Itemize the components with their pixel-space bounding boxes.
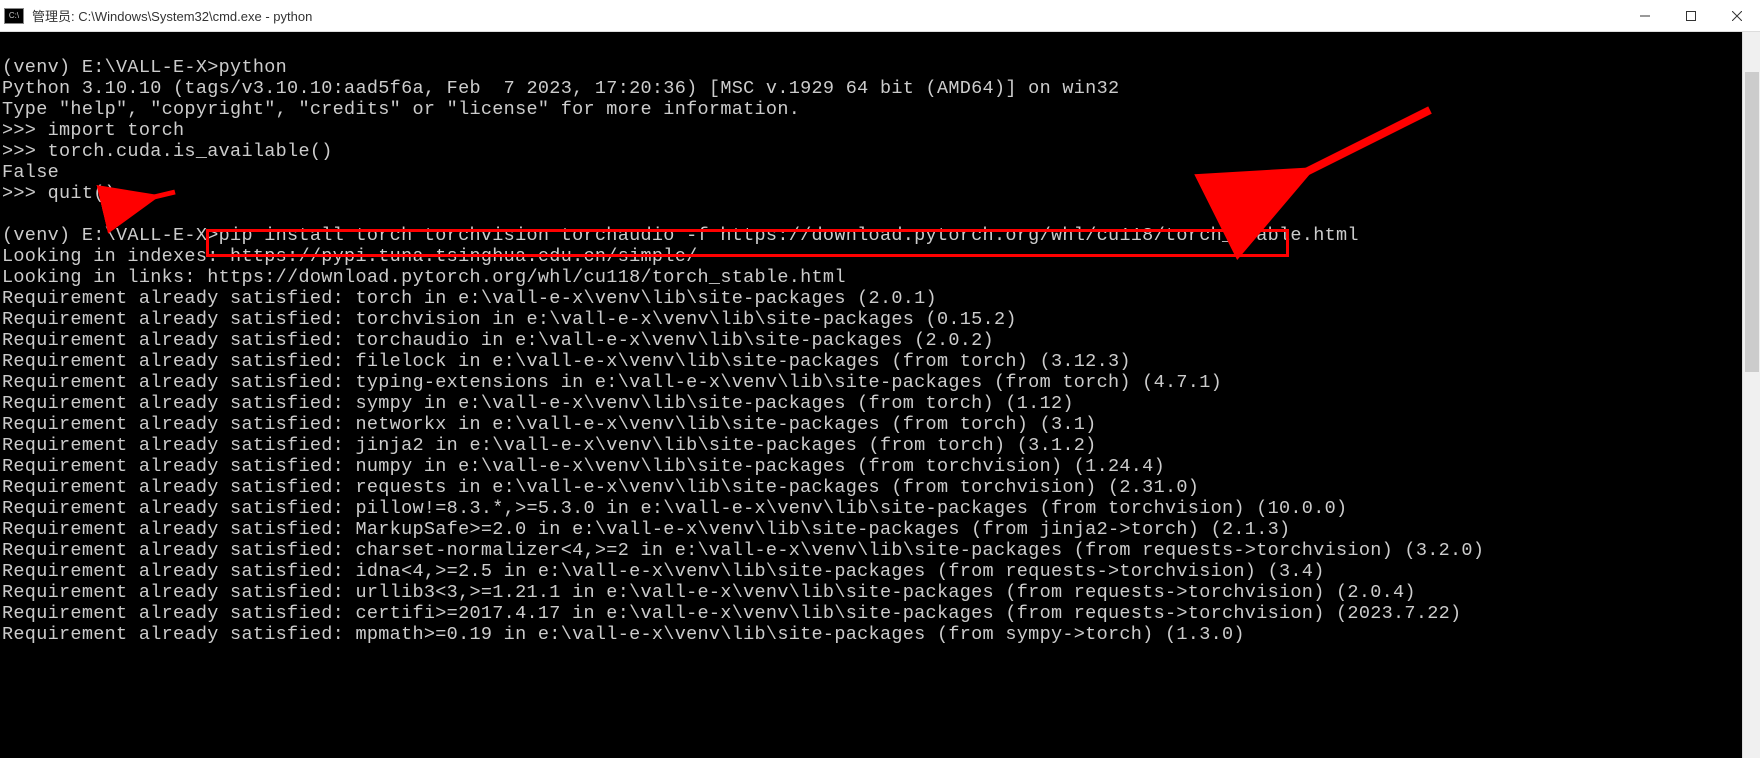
maximize-button[interactable] — [1668, 0, 1714, 32]
terminal-line: Requirement already satisfied: torch in … — [2, 288, 1758, 309]
terminal-line: Requirement already satisfied: torchaudi… — [2, 330, 1758, 351]
terminal-area[interactable]: (venv) E:\VALL-E-X>pythonPython 3.10.10 … — [0, 32, 1760, 758]
terminal-line: Python 3.10.10 (tags/v3.10.10:aad5f6a, F… — [2, 78, 1758, 99]
terminal-line: Requirement already satisfied: typing-ex… — [2, 372, 1758, 393]
terminal-line: Requirement already satisfied: numpy in … — [2, 456, 1758, 477]
window-title: 管理员: C:\Windows\System32\cmd.exe - pytho… — [32, 6, 1622, 25]
terminal-line: >>> import torch — [2, 120, 1758, 141]
app-icon: C:\ — [4, 8, 24, 24]
terminal-line: Requirement already satisfied: sympy in … — [2, 393, 1758, 414]
terminal-line: Requirement already satisfied: networkx … — [2, 414, 1758, 435]
window-controls — [1622, 0, 1760, 31]
terminal-line: Requirement already satisfied: urllib3<3… — [2, 582, 1758, 603]
terminal-line: >>> quit() — [2, 183, 1758, 204]
terminal-line: Requirement already satisfied: charset-n… — [2, 540, 1758, 561]
terminal-line — [2, 204, 1758, 225]
terminal-line: (venv) E:\VALL-E-X>python — [2, 57, 1758, 78]
terminal-line: Requirement already satisfied: filelock … — [2, 351, 1758, 372]
vertical-scrollbar[interactable] — [1742, 32, 1760, 758]
terminal-line: Requirement already satisfied: certifi>=… — [2, 603, 1758, 624]
terminal-line: (venv) E:\VALL-E-X>pip install torch tor… — [2, 225, 1758, 246]
terminal-line: Looking in indexes: https://pypi.tuna.ts… — [2, 246, 1758, 267]
terminal-line: Type "help", "copyright", "credits" or "… — [2, 99, 1758, 120]
terminal-line: Requirement already satisfied: jinja2 in… — [2, 435, 1758, 456]
terminal-line: Requirement already satisfied: mpmath>=0… — [2, 624, 1758, 645]
terminal-line: Requirement already satisfied: requests … — [2, 477, 1758, 498]
minimize-button[interactable] — [1622, 0, 1668, 32]
terminal-line: >>> torch.cuda.is_available() — [2, 141, 1758, 162]
terminal-line: Requirement already satisfied: torchvisi… — [2, 309, 1758, 330]
terminal-line: False — [2, 162, 1758, 183]
scroll-thumb[interactable] — [1745, 72, 1759, 372]
terminal-line: Requirement already satisfied: pillow!=8… — [2, 498, 1758, 519]
terminal-line: Requirement already satisfied: MarkupSaf… — [2, 519, 1758, 540]
window-titlebar: C:\ 管理员: C:\Windows\System32\cmd.exe - p… — [0, 0, 1760, 32]
close-button[interactable] — [1714, 0, 1760, 32]
terminal-line: Looking in links: https://download.pytor… — [2, 267, 1758, 288]
terminal-line: Requirement already satisfied: idna<4,>=… — [2, 561, 1758, 582]
terminal-line — [2, 36, 1758, 57]
